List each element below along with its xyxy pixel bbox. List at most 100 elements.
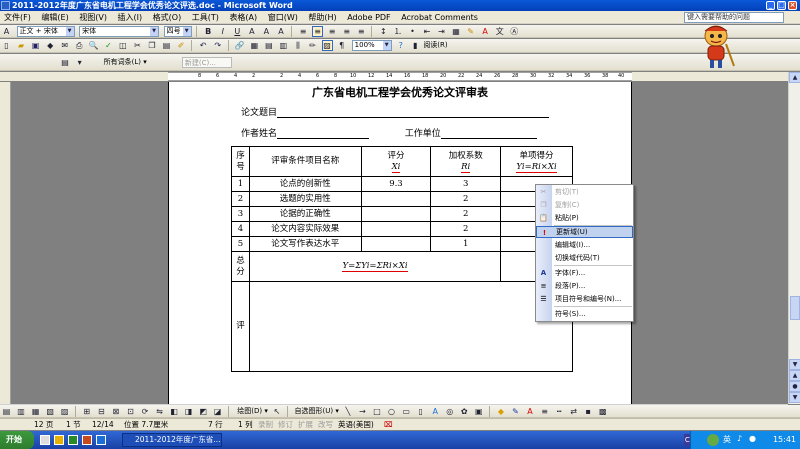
diagram-icon[interactable]: ◎ xyxy=(444,406,455,417)
menu-edit[interactable]: 编辑(E) xyxy=(37,11,72,23)
review-options-icon[interactable]: ▾ xyxy=(74,57,85,68)
styles-pane-icon[interactable]: A xyxy=(1,26,12,37)
phonetic-icon[interactable]: 文 xyxy=(494,26,505,37)
menu-format[interactable]: 格式(O) xyxy=(149,11,186,23)
maximize-button[interactable]: □ xyxy=(777,1,786,10)
tray-volume-icon[interactable]: ♪ xyxy=(737,434,742,443)
copy-icon[interactable]: ❐ xyxy=(146,40,157,51)
font-color-icon[interactable]: A xyxy=(480,26,491,37)
tables-borders-icon[interactable]: ▦ xyxy=(249,40,260,51)
border-icon[interactable]: ▦ xyxy=(451,26,462,37)
char-border-icon[interactable]: A xyxy=(246,26,257,37)
textbox-icon[interactable]: ▭ xyxy=(401,406,412,417)
clipart-icon[interactable]: ✿ xyxy=(459,406,470,417)
menu-view[interactable]: 视图(V) xyxy=(75,11,111,23)
quicklaunch-app-icon[interactable] xyxy=(82,435,92,445)
select-browse-object-icon[interactable]: ● xyxy=(789,381,800,392)
vertical-scrollbar[interactable]: ▲ ▼ ▲ ● ▼ xyxy=(788,72,800,404)
rectangle-icon[interactable]: □ xyxy=(372,406,383,417)
row-score[interactable]: 9.3 xyxy=(360,176,432,192)
wrap-icon[interactable]: ◨ xyxy=(183,406,194,417)
align-left-icon[interactable]: ≡ xyxy=(298,26,309,37)
font-combo[interactable]: 宋体 xyxy=(79,26,160,37)
context-menu-edit-field[interactable]: 编辑域(I)... xyxy=(536,239,633,251)
ungroup-icon[interactable]: ⊡ xyxy=(125,406,136,417)
vertical-ruler[interactable] xyxy=(0,82,11,404)
author-field[interactable] xyxy=(277,130,370,139)
menu-tools[interactable]: 工具(T) xyxy=(188,11,223,23)
email-icon[interactable]: ✉ xyxy=(59,40,70,51)
italic-icon[interactable]: I xyxy=(217,26,228,37)
context-menu-toggle-field-codes[interactable]: 切换域代码(T) xyxy=(536,252,633,264)
drawing-icon[interactable]: ✏ xyxy=(307,40,318,51)
previous-page-icon[interactable]: ▲ xyxy=(789,370,800,381)
enclose-char-icon[interactable]: Ⓐ xyxy=(509,26,520,37)
justify-icon[interactable]: ≡ xyxy=(341,26,352,37)
align-icon[interactable]: ⊞ xyxy=(81,406,92,417)
row-score[interactable] xyxy=(360,191,432,207)
context-menu-font[interactable]: A 字体(F)... xyxy=(536,267,633,279)
start-button[interactable]: 开始 xyxy=(0,431,34,449)
menu-insert[interactable]: 插入(I) xyxy=(114,11,147,23)
status-extend[interactable]: 扩展 xyxy=(298,419,313,430)
autoshapes-menu[interactable]: 自选图形(U) ▾ xyxy=(295,405,339,417)
menu-help[interactable]: 帮助(H) xyxy=(304,11,340,23)
redo-icon[interactable]: ↷ xyxy=(212,40,223,51)
document-map-icon[interactable]: ▨ xyxy=(321,40,333,51)
open-icon[interactable]: ▰ xyxy=(16,40,27,51)
status-overtype[interactable]: 改写 xyxy=(318,419,333,430)
tray-ime-icon[interactable]: 英 xyxy=(723,434,731,445)
menu-adobe-pdf[interactable]: Adobe PDF xyxy=(343,11,394,23)
status-track-changes[interactable]: 修订 xyxy=(278,419,293,430)
distribute-icon[interactable]: ≡ xyxy=(356,26,367,37)
order-icon[interactable]: ◧ xyxy=(169,406,180,417)
fill-color-icon[interactable]: ◆ xyxy=(495,406,506,417)
new-comment-button[interactable]: 新建(C)... xyxy=(181,57,232,68)
quicklaunch-app-icon[interactable] xyxy=(68,435,78,445)
context-menu-symbol[interactable]: 符号(S)... xyxy=(536,308,633,320)
line-spacing-icon[interactable]: ↕ xyxy=(378,26,389,37)
quicklaunch-app-icon[interactable] xyxy=(96,435,106,445)
paste-icon[interactable]: ▤ xyxy=(161,40,172,51)
undo-icon[interactable]: ↶ xyxy=(198,40,209,51)
font-size-combo[interactable]: 四号 xyxy=(163,26,192,37)
paper-title-field[interactable] xyxy=(277,109,550,118)
reading-view-icon[interactable]: ▨ xyxy=(59,406,70,417)
window-title-bar[interactable]: 2011-2012年度广东省电机工程学会优秀论文评选.doc - Microso… xyxy=(0,0,800,11)
dash-style-icon[interactable]: ┅ xyxy=(554,406,565,417)
normal-view-icon[interactable]: ▤ xyxy=(1,406,12,417)
columns-icon[interactable]: ⫼ xyxy=(292,40,303,51)
line-icon[interactable]: ╲ xyxy=(342,406,353,417)
row-score[interactable] xyxy=(360,206,432,222)
format-painter-icon[interactable]: ✐ xyxy=(176,40,187,51)
context-menu-update-field[interactable]: ! 更新域(U) xyxy=(536,226,633,238)
highlight-icon[interactable]: ✎ xyxy=(465,26,476,37)
permission-icon[interactable]: ◆ xyxy=(45,40,56,51)
context-menu-copy[interactable]: ❐ 复制(C) xyxy=(536,199,633,211)
wordart-icon[interactable]: A xyxy=(430,406,441,417)
scroll-up-icon[interactable]: ▲ xyxy=(789,72,800,83)
print-icon[interactable]: ⎙ xyxy=(74,40,85,51)
align-center-icon[interactable]: ≡ xyxy=(312,26,324,37)
nudge-icon[interactable]: ◪ xyxy=(212,406,223,417)
zoom-combo[interactable]: 100% xyxy=(351,40,392,51)
scroll-thumb[interactable] xyxy=(790,296,800,320)
row-score[interactable] xyxy=(360,236,432,252)
show-hide-icon[interactable]: ¶ xyxy=(336,40,347,51)
line-color-icon[interactable]: ✎ xyxy=(510,406,521,417)
word-app-icon[interactable] xyxy=(1,1,10,10)
insert-table-icon[interactable]: ▤ xyxy=(263,40,274,51)
office-assistant[interactable] xyxy=(696,22,736,70)
increase-indent-icon[interactable]: ⇥ xyxy=(436,26,447,37)
help-icon[interactable]: ? xyxy=(395,40,406,51)
context-menu-bullets-numbering[interactable]: ☰ 项目符号和编号(N)... xyxy=(536,293,633,305)
shadow-icon[interactable]: ▪ xyxy=(583,406,594,417)
new-document-icon[interactable]: ▯ xyxy=(1,40,12,51)
edit-points-icon[interactable]: ◩ xyxy=(198,406,209,417)
distribute-objects-icon[interactable]: ⊟ xyxy=(96,406,107,417)
flip-icon[interactable]: ⇋ xyxy=(154,406,165,417)
bullets-icon[interactable]: • xyxy=(407,26,418,37)
work-unit-field[interactable] xyxy=(440,130,537,139)
context-menu-paragraph[interactable]: ≡ 段落(P)... xyxy=(536,280,633,292)
select-objects-icon[interactable]: ↖ xyxy=(271,406,282,417)
